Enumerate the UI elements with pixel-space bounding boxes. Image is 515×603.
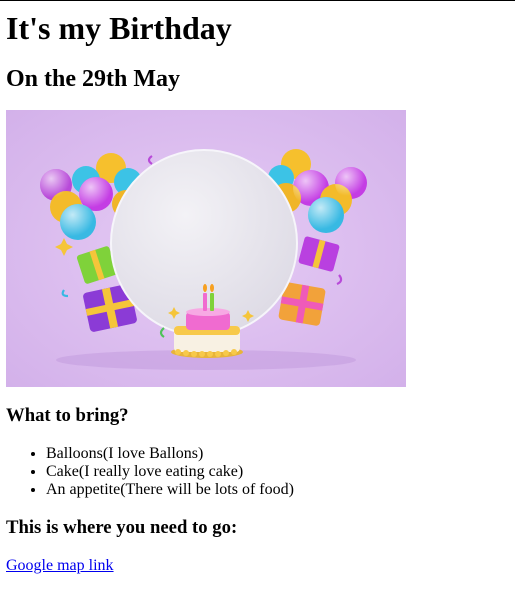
bring-list: Balloons(I love Ballons) Cake(I really l… — [6, 445, 506, 499]
google-map-link[interactable]: Google map link — [6, 557, 114, 574]
page-title: It's my Birthday — [6, 10, 232, 46]
top-border — [0, 0, 515, 1]
list-item: Balloons(I love Ballons) — [46, 445, 506, 463]
birthday-image — [6, 110, 406, 387]
link-row: Google map link — [6, 557, 506, 575]
bring-heading: What to bring? — [6, 405, 129, 426]
page-subtitle: On the 29th May — [6, 66, 180, 92]
page: It's my Birthday On the 29th May What to… — [0, 0, 515, 603]
directions-heading: This is where you need to go: — [6, 517, 238, 538]
list-item: An appetite(There will be lots of food) — [46, 481, 506, 499]
page-content: It's my Birthday On the 29th May What to… — [6, 8, 506, 575]
list-item: Cake(I really love eating cake) — [46, 463, 506, 481]
